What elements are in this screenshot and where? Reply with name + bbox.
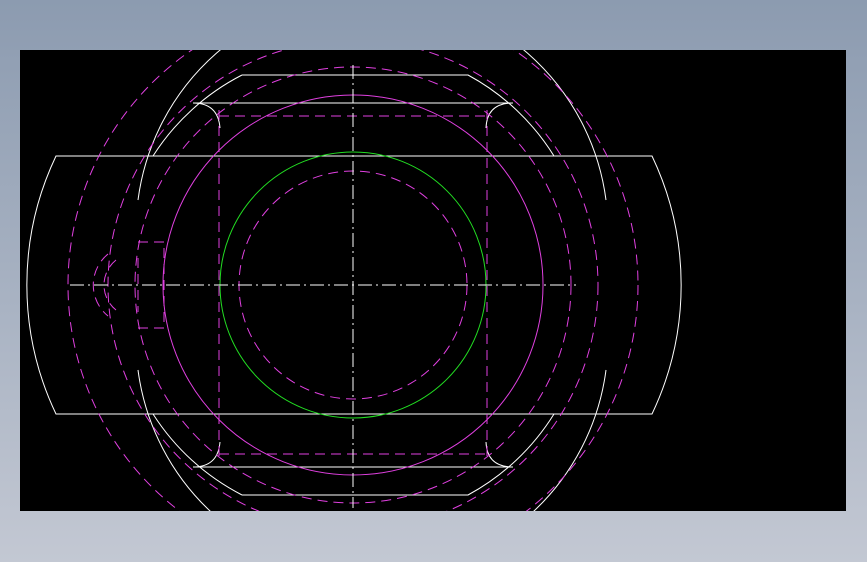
inner-ring-bottom [137,369,607,511]
technical-drawing [26,50,682,511]
bottom-flange-fillet-left [192,441,221,468]
outline-group [26,50,682,511]
top-flange-fillet-left [192,102,221,129]
drawing-viewport[interactable] [20,50,846,511]
inner-ring-top [137,50,607,201]
centerlines-group [70,65,576,508]
